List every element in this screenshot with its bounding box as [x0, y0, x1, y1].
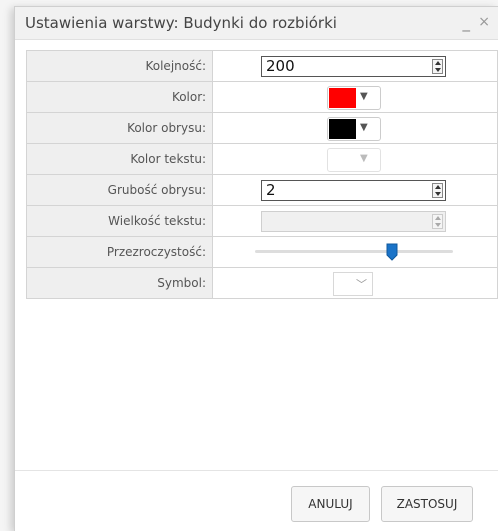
apply-button[interactable]: ZASTOSUJ	[381, 486, 473, 522]
symbol-select[interactable]: ﹀	[333, 272, 373, 296]
outline-width-spinner[interactable]: 2	[261, 180, 446, 201]
row-symbol: Symbol: ﹀	[26, 267, 498, 299]
chevron-down-icon: ▼	[360, 91, 368, 102]
order-value: 200	[266, 57, 295, 75]
color-label: Kolor:	[26, 81, 213, 113]
outline-color-swatch	[329, 119, 356, 139]
footer-divider	[15, 470, 498, 471]
layer-settings-dialog: Ustawienia warstwy: Budynki do rozbiórki…	[14, 6, 498, 531]
spin-down-icon[interactable]	[435, 68, 441, 72]
chevron-down-icon: ▼	[360, 153, 368, 164]
order-label: Kolejność:	[26, 50, 213, 82]
spinner-arrows-icon	[432, 214, 443, 229]
spin-up-icon[interactable]	[435, 61, 441, 65]
text-size-label: Wielkość tekstu:	[26, 205, 213, 237]
row-outline-width: Grubość obrysu: 2	[26, 174, 498, 206]
symbol-label: Symbol:	[26, 267, 213, 299]
row-color: Kolor: ▼	[26, 81, 498, 113]
text-size-spinner	[261, 211, 446, 232]
title-bar[interactable]: Ustawienia warstwy: Budynki do rozbiórki…	[15, 7, 498, 40]
text-color-picker: ▼	[327, 148, 381, 172]
dialog-title: Ustawienia warstwy: Budynki do rozbiórki	[25, 14, 337, 32]
slider-thumb[interactable]	[386, 243, 398, 261]
outline-color-picker[interactable]: ▼	[327, 117, 381, 141]
row-order: Kolejność: 200	[26, 50, 498, 82]
row-text-size: Wielkość tekstu:	[26, 205, 498, 237]
color-picker[interactable]: ▼	[327, 86, 381, 110]
spin-down-icon[interactable]	[435, 192, 441, 196]
text-color-swatch	[329, 150, 356, 170]
color-swatch	[329, 88, 356, 108]
outline-width-value: 2	[266, 181, 276, 199]
spin-down-icon	[435, 223, 441, 227]
row-text-color: Kolor tekstu: ▼	[26, 143, 498, 175]
outline-width-label: Grubość obrysu:	[26, 174, 213, 206]
close-icon[interactable]: ×	[478, 14, 490, 30]
properties-table: Kolejność: 200 Kolor: ▼ Kolor obrysu: ▼ …	[26, 50, 498, 299]
text-color-label: Kolor tekstu:	[26, 143, 213, 175]
transparency-label: Przezroczystość:	[26, 236, 213, 268]
row-transparency: Przezroczystość:	[26, 236, 498, 268]
chevron-down-icon: ﹀	[356, 278, 367, 291]
transparency-slider-track[interactable]	[255, 250, 453, 253]
spin-up-icon	[435, 216, 441, 220]
row-outline-color: Kolor obrysu: ▼	[26, 112, 498, 144]
cancel-button[interactable]: ANULUJ	[291, 486, 370, 522]
spinner-arrows-icon[interactable]	[432, 59, 443, 74]
spinner-arrows-icon[interactable]	[432, 183, 443, 198]
outline-color-label: Kolor obrysu:	[26, 112, 213, 144]
chevron-down-icon: ▼	[360, 122, 368, 133]
spin-up-icon[interactable]	[435, 185, 441, 189]
minimize-icon[interactable]: _	[463, 14, 471, 32]
order-spinner[interactable]: 200	[261, 56, 446, 77]
